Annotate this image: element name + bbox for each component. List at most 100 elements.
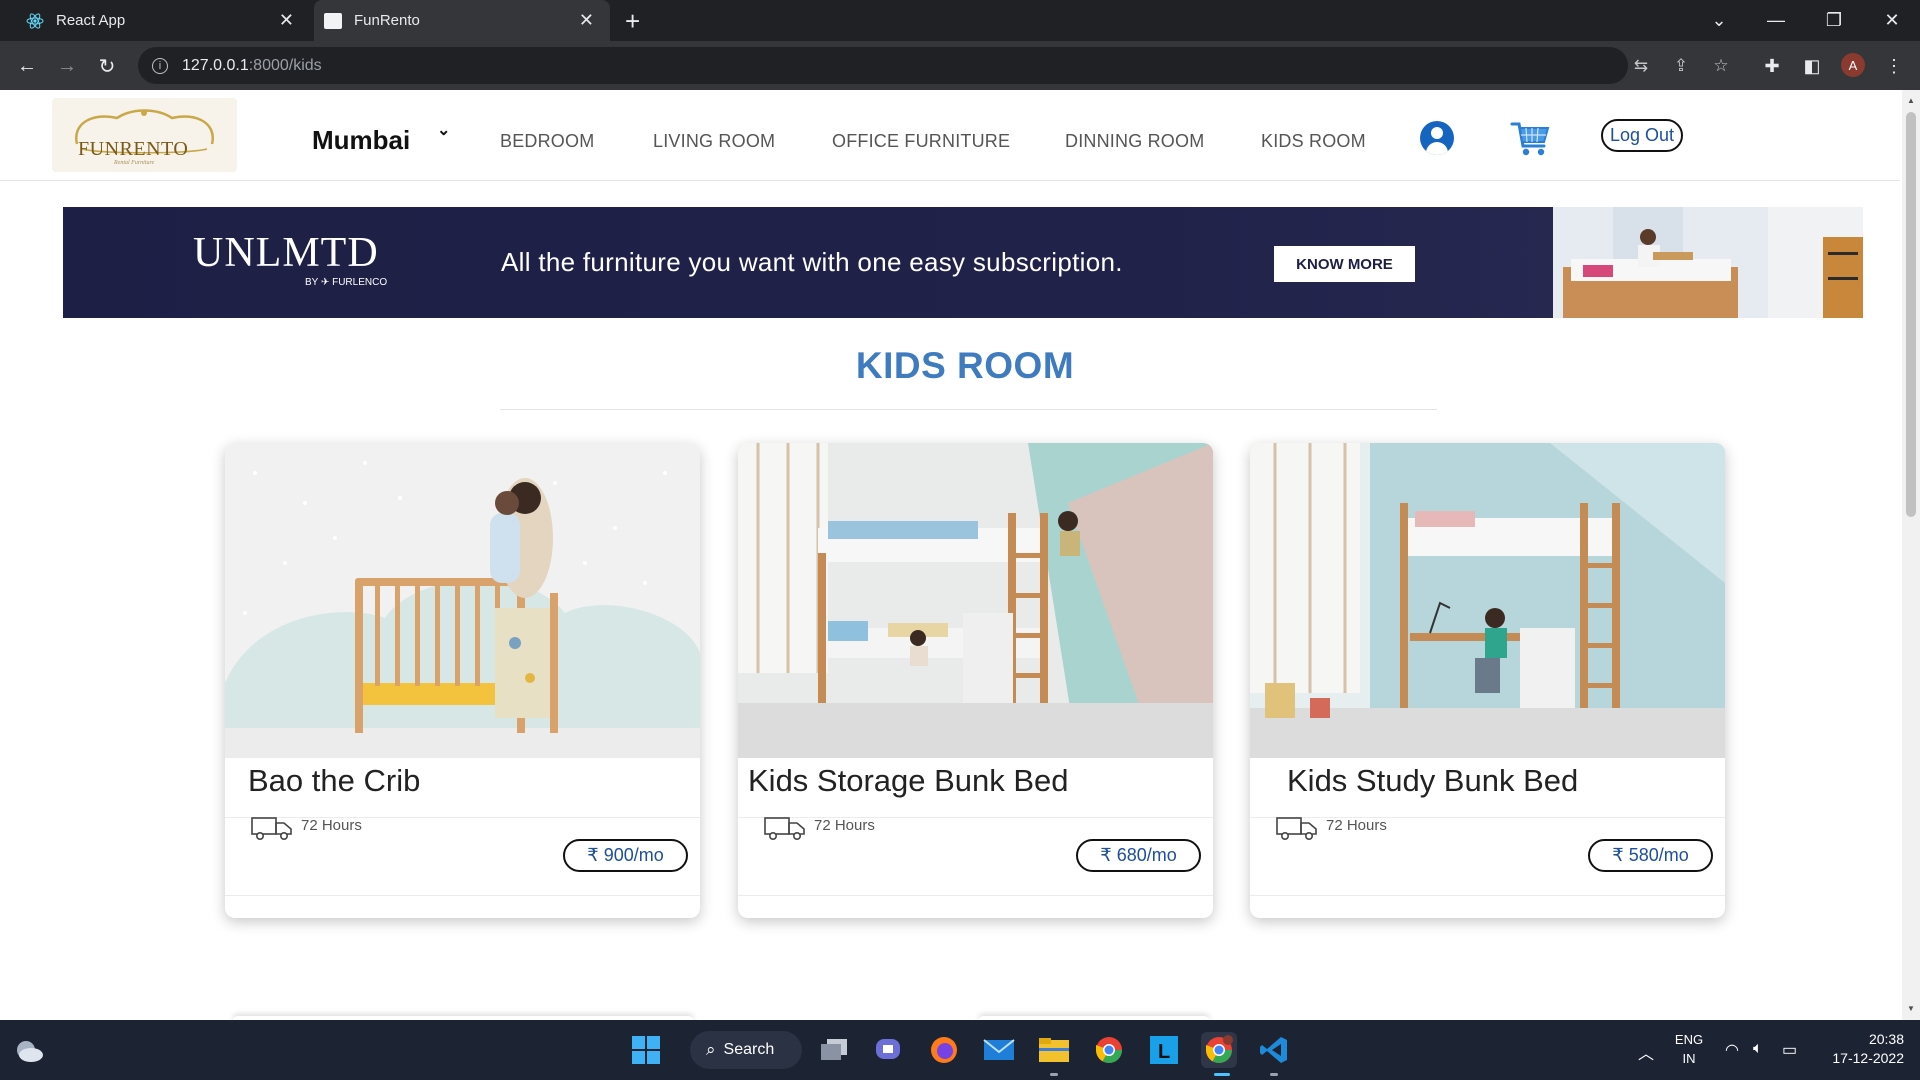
reload-icon[interactable]: ↻	[92, 51, 122, 81]
clock-date: 17-12-2022	[1832, 1050, 1904, 1066]
tab-funrento[interactable]: FunRento ✕	[314, 0, 610, 41]
restore-icon[interactable]: ❐	[1810, 0, 1858, 41]
tab-close-icon[interactable]: ✕	[579, 10, 594, 31]
product-name[interactable]: Kids Storage Bunk Bed	[748, 763, 1069, 799]
page-viewport: FUNRENTO Rental Furniture Mumbai ⌄ BEDRO…	[0, 90, 1920, 1020]
know-more-button[interactable]: KNOW MORE	[1274, 246, 1415, 282]
shopping-cart-icon[interactable]	[1510, 118, 1552, 160]
scroll-up-icon[interactable]: ▲	[1907, 96, 1915, 105]
price-button[interactable]: ₹ 900/mo	[563, 839, 688, 872]
banner-byline: BY ✈ FURLENCO	[305, 277, 388, 288]
teams-chat-icon[interactable]	[871, 1032, 907, 1068]
logout-button[interactable]: Log Out	[1601, 119, 1683, 152]
taskbar-search[interactable]: ⌕ Search	[690, 1031, 802, 1069]
user-account-icon[interactable]	[1420, 121, 1454, 155]
nav-bedroom[interactable]: BEDROOM	[500, 131, 594, 152]
nav-dinning-room[interactable]: DINNING ROOM	[1065, 131, 1204, 152]
page-scrollbar[interactable]: ▲ ▼	[1902, 90, 1920, 1020]
delivery-truck-icon	[251, 817, 292, 840]
city-selector[interactable]: Mumbai	[312, 125, 410, 156]
nav-kids-room[interactable]: KIDS ROOM	[1261, 131, 1366, 152]
nav-living-room[interactable]: LIVING ROOM	[653, 131, 775, 152]
back-arrow-icon[interactable]: ←	[12, 51, 42, 81]
address-bar[interactable]: i 127.0.0.1:8000/kids ⇆ ⇪ ☆	[138, 47, 1729, 84]
chevron-up-icon[interactable]: ︿	[1638, 1040, 1654, 1064]
side-panel-icon[interactable]: ◧	[1800, 54, 1824, 78]
url-host: 127.0.0.1	[182, 56, 249, 74]
running-indicator	[1050, 1073, 1058, 1076]
clock-time: 20:38	[1868, 1031, 1904, 1047]
chrome-profile-icon[interactable]	[1201, 1032, 1237, 1068]
wifi-icon[interactable]: ◠	[1725, 1040, 1739, 1060]
browser-menu-icon[interactable]: ⋮	[1882, 54, 1906, 78]
clock[interactable]: 20:38 17-12-2022	[1826, 1030, 1904, 1068]
logo-wordmark: FUNRENTO	[78, 138, 189, 160]
mail-icon[interactable]	[981, 1032, 1017, 1068]
card-divider	[1250, 895, 1725, 896]
site-header: FUNRENTO Rental Furniture Mumbai ⌄ BEDRO…	[0, 90, 1900, 181]
chevron-down-icon[interactable]: ⌄	[437, 120, 450, 140]
weather-cloud-icon[interactable]	[14, 1036, 44, 1064]
bookmark-star-icon[interactable]: ☆	[1710, 55, 1732, 77]
product-card[interactable]: Bao the Crib 72 Hours ₹ 900/mo	[225, 443, 700, 918]
nav-office-furniture[interactable]: OFFICE FURNITURE	[832, 131, 1010, 152]
react-logo-icon	[26, 12, 44, 30]
card-divider	[1250, 817, 1725, 818]
active-indicator	[1214, 1073, 1230, 1076]
new-tab-button[interactable]: +	[625, 6, 640, 37]
card-divider	[738, 817, 1213, 818]
delivery-time: 72 Hours	[814, 817, 875, 834]
price-button[interactable]: ₹ 580/mo	[1588, 839, 1713, 872]
region-code: IN	[1682, 1051, 1696, 1066]
product-name[interactable]: Kids Study Bunk Bed	[1287, 763, 1578, 799]
running-indicator	[1270, 1073, 1278, 1076]
minimize-icon[interactable]: —	[1752, 0, 1800, 41]
tab-close-icon[interactable]: ✕	[279, 10, 294, 31]
start-button[interactable]	[628, 1032, 664, 1068]
windows-logo-icon	[632, 1036, 660, 1064]
product-card[interactable]: Kids Storage Bunk Bed 72 Hours ₹ 680/mo	[738, 443, 1213, 918]
price-button[interactable]: ₹ 680/mo	[1076, 839, 1201, 872]
section-divider	[500, 409, 1437, 410]
close-window-icon[interactable]: ✕	[1868, 0, 1916, 41]
scroll-down-icon[interactable]: ▼	[1907, 1004, 1915, 1013]
volume-icon[interactable]: 🔈︎	[1753, 1040, 1763, 1058]
card-divider	[738, 895, 1213, 896]
chrome-icon[interactable]	[1091, 1032, 1127, 1068]
promo-banner[interactable]: UNLMTD BY ✈ FURLENCO All the furniture y…	[63, 207, 1863, 318]
card-divider	[225, 817, 700, 818]
banner-photo	[1553, 207, 1863, 318]
product-name[interactable]: Bao the Crib	[248, 763, 420, 799]
l-app-icon[interactable]: L	[1146, 1032, 1182, 1068]
tab-title: React App	[56, 12, 126, 29]
product-card[interactable]: Kids Study Bunk Bed 72 Hours ₹ 580/mo	[1250, 443, 1725, 918]
product-image-storage-bunk-bed	[738, 443, 1213, 758]
battery-icon[interactable]: ▭	[1782, 1040, 1797, 1060]
delivery-time: 72 Hours	[301, 817, 362, 834]
firefox-icon[interactable]	[926, 1032, 962, 1068]
translate-icon[interactable]: ⇆	[1630, 55, 1652, 77]
url-text[interactable]: 127.0.0.1:8000/kids	[182, 57, 322, 75]
banner-text: All the furniture you want with one easy…	[501, 247, 1123, 277]
tab-search-chevron-icon[interactable]: ⌄	[1695, 0, 1743, 41]
extensions-puzzle-icon[interactable]: ✚	[1760, 54, 1784, 78]
site-info-icon[interactable]: i	[152, 57, 168, 74]
svg-text:L: L	[1158, 1041, 1170, 1063]
vscode-icon[interactable]	[1256, 1032, 1292, 1068]
delivery-time: 72 Hours	[1326, 817, 1387, 834]
banner-brand: UNLMTD	[193, 230, 379, 276]
url-path: :8000/kids	[248, 56, 322, 74]
scrollbar-thumb[interactable]	[1906, 112, 1916, 517]
tab-react-app[interactable]: React App ✕	[10, 0, 310, 41]
share-icon[interactable]: ⇪	[1670, 55, 1692, 77]
language-indicator[interactable]: ENG IN	[1672, 1030, 1706, 1068]
funrento-logo[interactable]: FUNRENTO Rental Furniture	[52, 98, 237, 172]
browser-toolbar: ← → ↻ i 127.0.0.1:8000/kids ⇆ ⇪ ☆ ✚ ◧ ⋮	[0, 41, 1920, 90]
file-explorer-icon[interactable]	[1036, 1032, 1072, 1068]
page-favicon-icon	[324, 12, 342, 29]
task-view-icon[interactable]	[816, 1032, 852, 1068]
windows-taskbar: ⌕ Search L ︿ ENG IN ◠ 🔈︎ ▭ 20:38 17-12-2…	[0, 1020, 1920, 1080]
product-image-crib	[225, 443, 700, 758]
forward-arrow-icon[interactable]: →	[52, 51, 82, 81]
profile-avatar[interactable]: A	[1841, 53, 1865, 77]
